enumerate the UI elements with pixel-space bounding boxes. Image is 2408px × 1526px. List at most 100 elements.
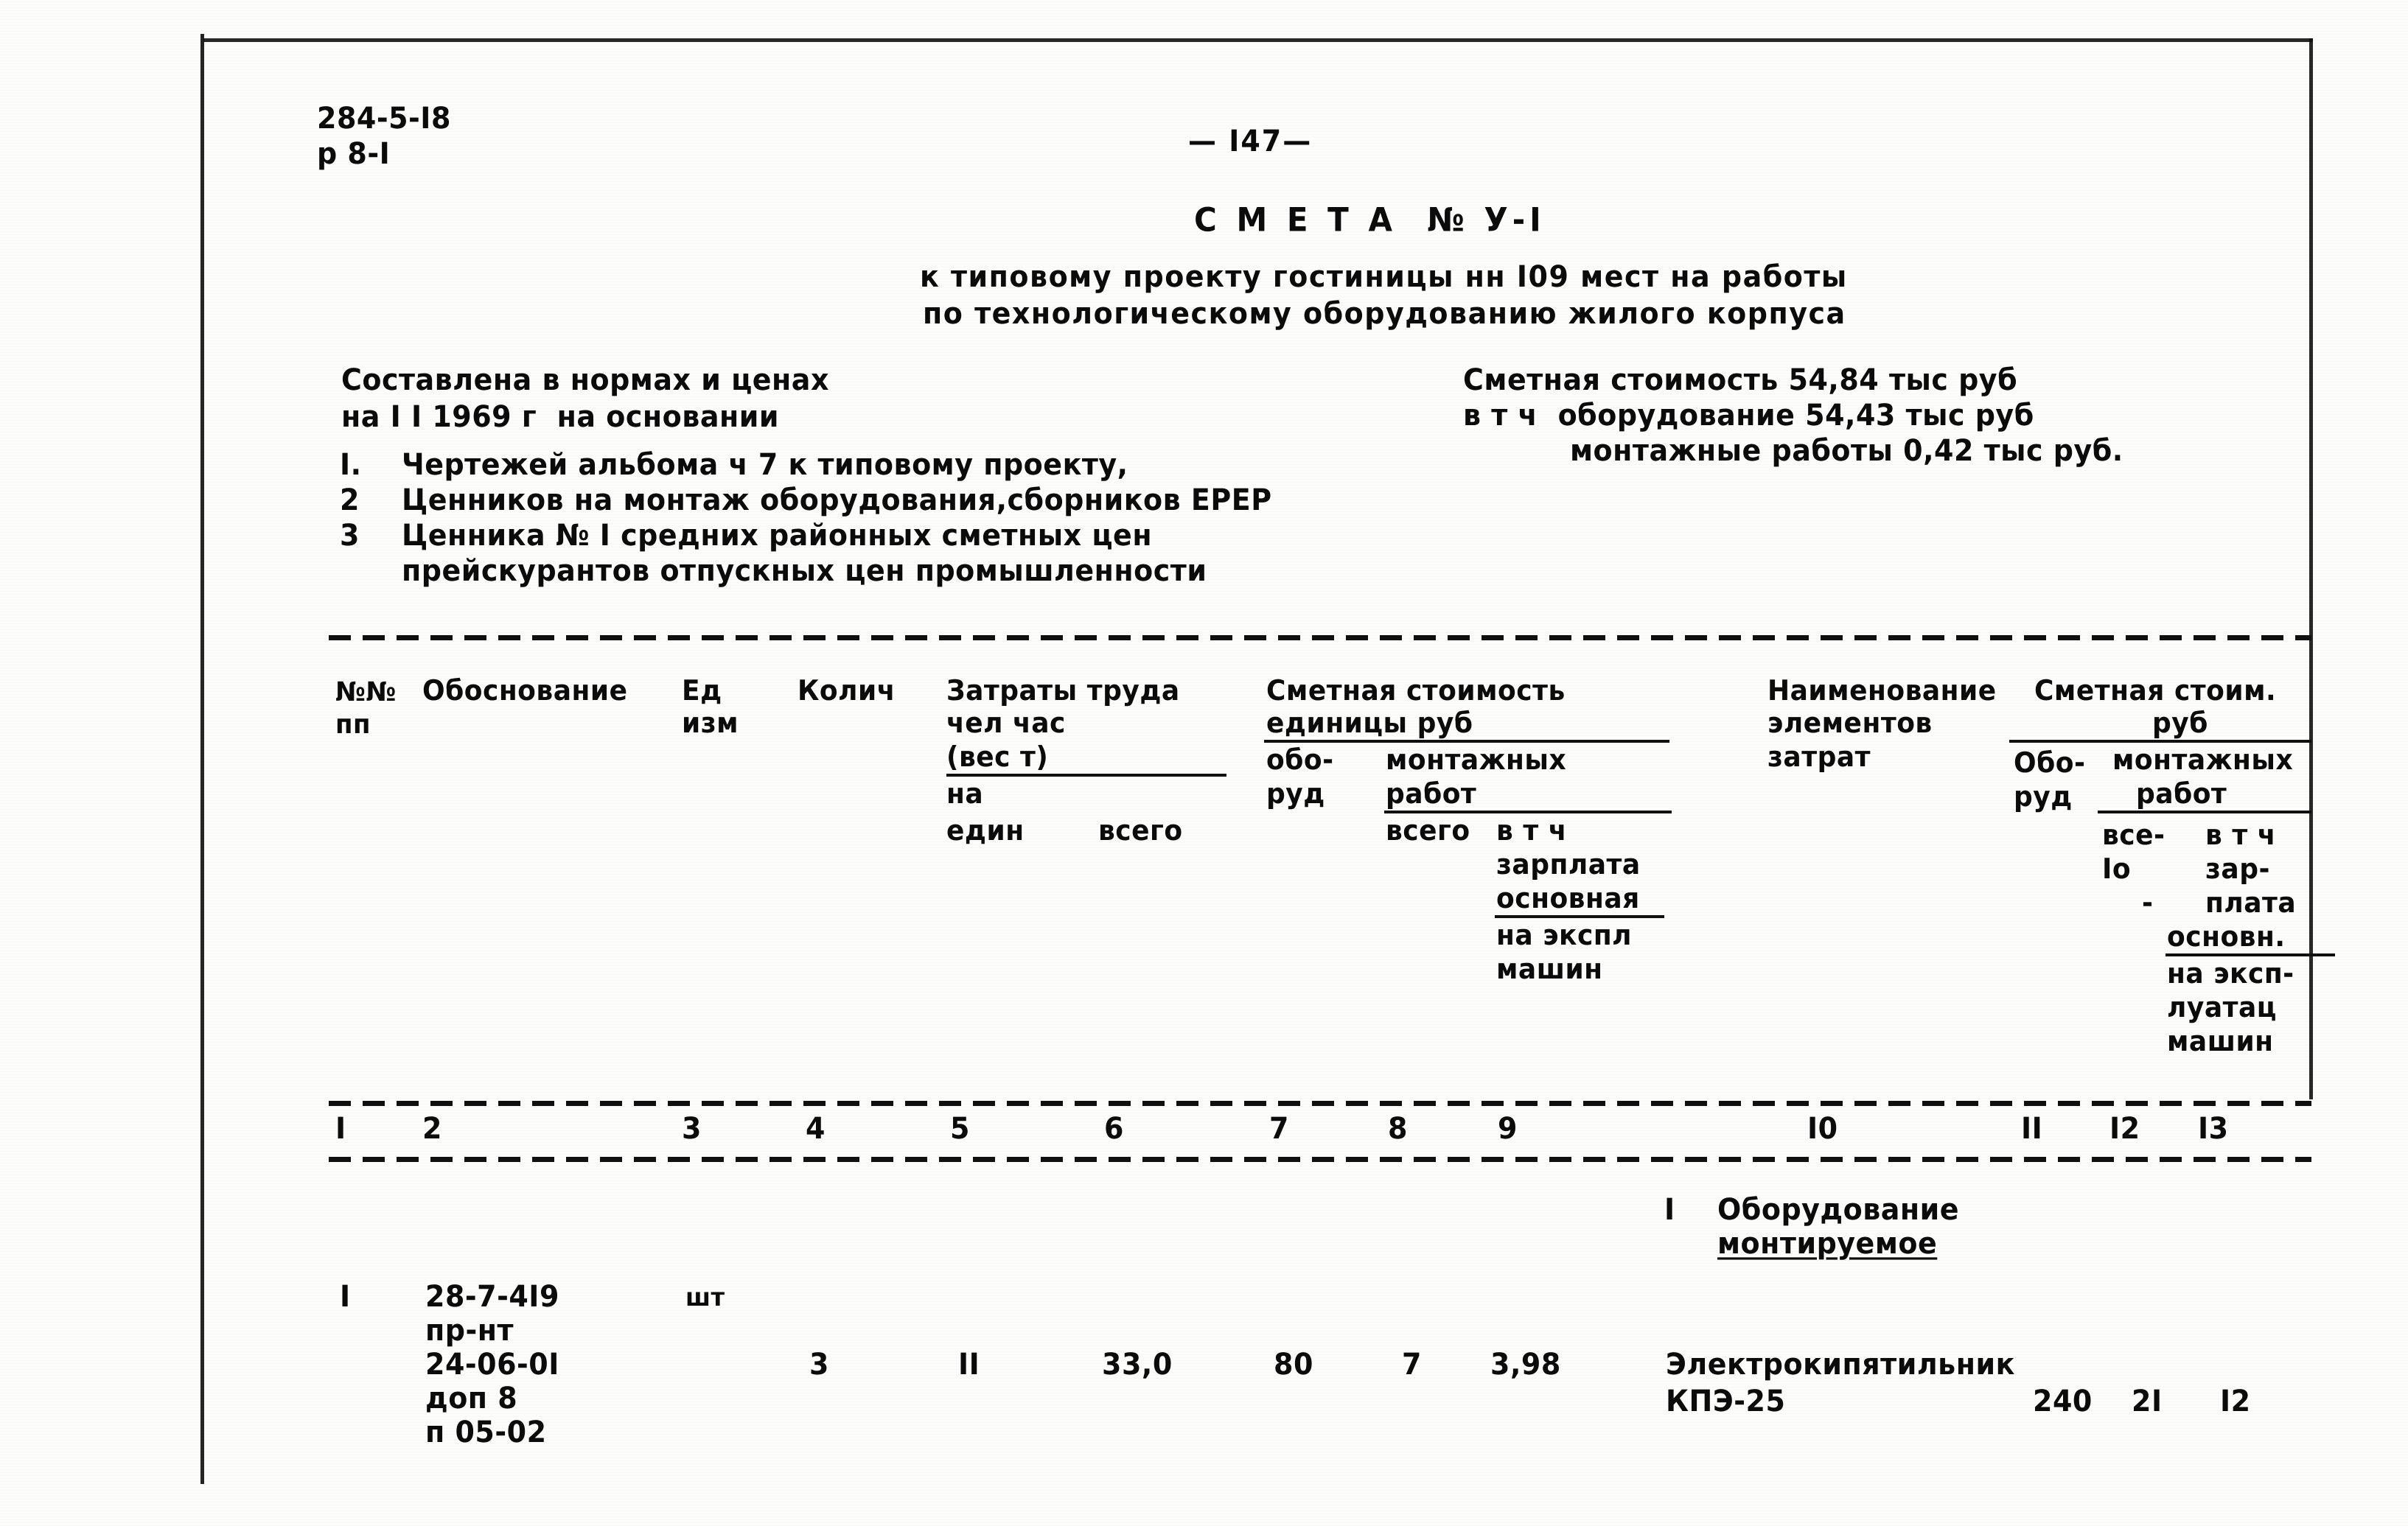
row-1-unit-install-salary: 3,98 bbox=[1490, 1347, 1561, 1382]
row-1-basis-line-3: 24-06-0I bbox=[425, 1347, 559, 1382]
row-1-basis-line-1: 28-7-4I9 bbox=[425, 1279, 559, 1314]
header-total-cost-detail-4: машин bbox=[2167, 1026, 2274, 1058]
header-unit-cost-title: Сметная стоимость bbox=[1266, 675, 1566, 707]
row-1-unit-install-total: 7 bbox=[1402, 1347, 1422, 1382]
header-col-4-label: Колич bbox=[798, 675, 896, 707]
header-total-cost-line-2: руб bbox=[2152, 707, 2208, 740]
row-1-unit: шт bbox=[685, 1282, 725, 1312]
column-number-7: 7 bbox=[1269, 1111, 1289, 1146]
row-1-basis-line-2: пр-нт bbox=[425, 1313, 514, 1348]
column-number-5: 5 bbox=[950, 1111, 970, 1146]
row-1-total-install-all: 2I bbox=[2132, 1384, 2163, 1418]
header-unit-cost-sub-total: всего bbox=[1386, 815, 1470, 847]
basis-line-2: на I I 1969 г на основании bbox=[341, 399, 779, 434]
column-number-3: 3 bbox=[682, 1111, 702, 1146]
row-1-element-line-1: Электрокипятильник bbox=[1666, 1347, 2015, 1382]
column-number-4: 4 bbox=[806, 1111, 826, 1146]
column-number-11: II bbox=[2021, 1111, 2043, 1146]
header-labor-group-line-4: на bbox=[946, 778, 984, 811]
column-number-13: I3 bbox=[2198, 1111, 2229, 1146]
subtitle-line-1: к типовому проекту гостиницы нн I09 мест… bbox=[920, 259, 1848, 294]
section-number: I bbox=[1664, 1192, 1675, 1227]
header-unit-cost-equip-line-1: обо- bbox=[1266, 744, 1334, 777]
row-1-unit-equipment-cost: 80 bbox=[1274, 1347, 1313, 1382]
document-page: 284-5-I8 р 8-I — I47— С М Е Т А № У-I к … bbox=[0, 0, 2408, 1526]
page-border-left bbox=[200, 34, 204, 1484]
row-1-quantity: 3 bbox=[809, 1347, 829, 1382]
header-total-cost-sub-incl-line-3: плата bbox=[2205, 887, 2297, 920]
basis-item-3-text: Ценника № I средних районных сметных цен bbox=[402, 518, 1153, 553]
header-unit-cost-detail-4: машин bbox=[1496, 953, 1603, 986]
page-border-right bbox=[2309, 38, 2313, 1099]
cost-summary-line-2: в т ч оборудование 54,43 тыс руб bbox=[1463, 398, 2034, 433]
header-total-cost-detail-1: основн. bbox=[2167, 921, 2286, 953]
header-total-cost-equip-line-1: Обо- bbox=[2014, 747, 2086, 780]
column-number-2: 2 bbox=[422, 1111, 442, 1146]
cost-summary-line-1: Сметная стоимость 54,84 тыс руб bbox=[1463, 363, 2018, 397]
header-elements-line-1: Наименование bbox=[1767, 675, 1997, 707]
header-total-cost-title: Сметная стоим. bbox=[2034, 675, 2277, 707]
header-labor-group-line-2: чел час bbox=[946, 707, 1066, 740]
cost-summary-line-3: монтажные работы 0,42 тыс руб. bbox=[1570, 433, 2123, 468]
row-1-labor-per-unit: II bbox=[958, 1347, 980, 1382]
header-total-cost-detail-3: луатац bbox=[2167, 992, 2277, 1024]
subtitle-line-2: по технологическому оборудованию жилого … bbox=[923, 296, 1846, 331]
header-unit-cost-detail-rule bbox=[1495, 915, 1664, 918]
document-code-line-2: р 8-I bbox=[317, 136, 391, 171]
row-1-basis-line-5: п 05-02 bbox=[425, 1415, 547, 1449]
section-title-line-2: монтируемое bbox=[1717, 1226, 1938, 1261]
basis-item-2-number: 2 bbox=[340, 483, 360, 517]
table-top-divider bbox=[329, 635, 2311, 640]
header-total-cost-detail-rule bbox=[2166, 953, 2335, 956]
column-number-9: 9 bbox=[1498, 1111, 1518, 1146]
header-total-cost-install-line-2: работ bbox=[2136, 778, 2227, 811]
header-total-cost-sub-incl-line-1: в т ч bbox=[2205, 819, 2276, 852]
row-1-total-install-incl: I2 bbox=[2220, 1384, 2251, 1418]
header-col-1-line-2: пп bbox=[335, 709, 371, 741]
row-1-number: I bbox=[340, 1279, 351, 1314]
header-labor-sub-per-unit: един bbox=[946, 815, 1025, 847]
section-title-line-1: Оборудование bbox=[1717, 1192, 1960, 1227]
basis-item-1-number: I. bbox=[340, 447, 362, 482]
row-1-total-equipment-cost: 240 bbox=[2033, 1384, 2093, 1418]
basis-item-1-text: Чертежей альбома ч 7 к типовому проекту, bbox=[402, 447, 1128, 482]
page-number-marker: — I47— bbox=[1188, 124, 1313, 158]
document-code-line-1: 284-5-I8 bbox=[317, 101, 451, 136]
header-total-cost-sub-total-line-1: все- bbox=[2102, 819, 2166, 852]
column-numbers-bottom-divider bbox=[329, 1157, 2311, 1162]
page-title: С М Е Т А № У-I bbox=[1194, 200, 1546, 239]
header-total-cost-sub-total-line-2: Iо bbox=[2102, 853, 2132, 886]
header-col-2-label: Обоснование bbox=[422, 675, 628, 707]
basis-item-2-text: Ценников на монтаж оборудования,сборнико… bbox=[402, 483, 1272, 517]
column-number-8: 8 bbox=[1388, 1111, 1408, 1146]
header-unit-cost-rule bbox=[1264, 740, 1669, 743]
header-total-cost-sub-incl-line-2: зар- bbox=[2205, 853, 2270, 886]
header-labor-group-title: Затраты труда bbox=[946, 675, 1180, 707]
header-total-cost-install-line-1: монтажных bbox=[2112, 744, 2294, 777]
basis-item-3-number: 3 bbox=[340, 518, 360, 553]
header-total-cost-rule bbox=[2009, 740, 2311, 743]
column-number-10: I0 bbox=[1807, 1111, 1838, 1146]
header-unit-cost-detail-3: на экспл bbox=[1496, 920, 1633, 952]
header-unit-cost-detail-2: основная bbox=[1496, 883, 1640, 915]
header-elements-line-3: затрат bbox=[1767, 741, 1871, 774]
page-border-top bbox=[203, 38, 2313, 42]
column-number-1: I bbox=[335, 1111, 346, 1146]
header-total-cost-sub-total-line-3: - bbox=[2142, 887, 2154, 920]
column-number-6: 6 bbox=[1104, 1111, 1124, 1146]
header-unit-cost-sub-incl: в т ч bbox=[1496, 815, 1567, 847]
header-col-3-line-1: Ед bbox=[682, 675, 722, 707]
header-total-cost-install-rule bbox=[2098, 811, 2311, 813]
header-total-cost-detail-2: на эксп- bbox=[2167, 958, 2294, 990]
header-labor-group-rule bbox=[946, 774, 1226, 777]
header-total-cost-equip-line-2: руд bbox=[2014, 781, 2073, 813]
row-1-basis-line-4: доп 8 bbox=[425, 1381, 518, 1415]
header-unit-cost-equip-line-2: руд bbox=[1266, 778, 1325, 811]
header-labor-sub-total: всего bbox=[1098, 815, 1183, 847]
header-unit-cost-line-2: единицы руб bbox=[1266, 707, 1473, 740]
header-unit-cost-install-line-2: работ bbox=[1386, 778, 1477, 811]
header-unit-cost-install-rule bbox=[1384, 811, 1672, 813]
header-labor-group-line-3: (вес т) bbox=[946, 741, 1049, 774]
header-unit-cost-install-line-1: монтажных bbox=[1386, 744, 1567, 777]
header-elements-line-2: элементов bbox=[1767, 707, 1933, 740]
